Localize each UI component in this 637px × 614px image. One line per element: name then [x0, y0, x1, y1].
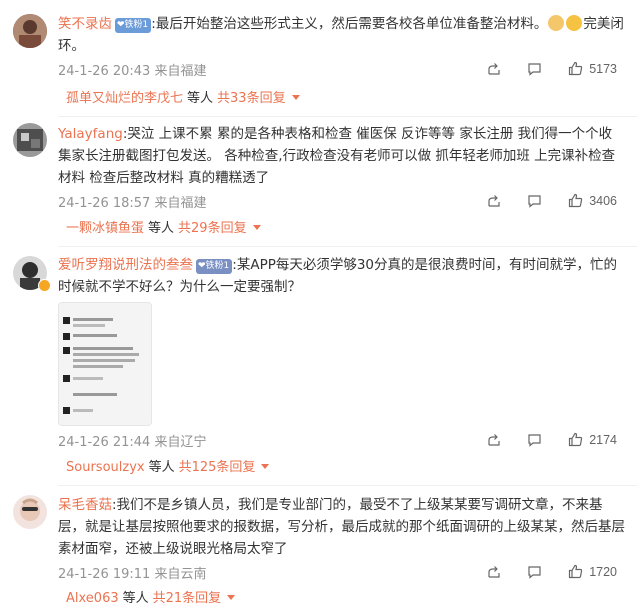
comment-button[interactable] — [527, 62, 542, 76]
like-button[interactable]: 2174 — [568, 432, 617, 447]
comment-meta: 24-1-26 19:11 来自云南 — [58, 567, 207, 582]
share-icon — [488, 433, 500, 446]
username[interactable]: 笑不录齿 — [58, 16, 112, 32]
username[interactable]: 呆毛香菇 — [58, 497, 112, 513]
comment-button[interactable] — [527, 194, 542, 208]
comment-text: 呆毛香菇:我们不是乡镇人员，我们是专业部门的，最受不了上级某某要写调研文章，不来… — [58, 497, 625, 557]
replies-toggle[interactable]: Soursoulzyx 等人 共125条回复 — [58, 453, 625, 483]
comment-meta: 24-1-26 21:44 来自辽宁 — [58, 435, 207, 450]
avatar[interactable] — [13, 14, 47, 48]
share-button[interactable] — [487, 62, 501, 76]
chevron-down-icon — [261, 464, 270, 469]
crying-face-icon — [566, 15, 583, 31]
thumb-up-icon — [569, 564, 583, 579]
comment-meta: 24-1-26 20:43 来自福建 — [58, 64, 207, 79]
thumb-up-icon — [569, 432, 583, 447]
comment-button[interactable] — [527, 433, 542, 447]
avatar[interactable] — [13, 123, 47, 157]
username[interactable]: Yalayfang — [58, 126, 123, 142]
replies-toggle[interactable]: 孤单又灿烂的李戊七 等人 共33条回复 — [58, 84, 625, 114]
attached-image[interactable] — [58, 302, 152, 426]
divider — [58, 116, 637, 117]
username[interactable]: 爱听罗翔说刑法的叁叁 — [58, 257, 193, 273]
share-button[interactable] — [487, 565, 501, 579]
thumb-up-icon — [569, 193, 583, 208]
comment-icon — [528, 565, 541, 579]
comment-text: 笑不录齿 ❤铁粉1:最后开始整治这些形式主义，然后需要各校各单位准备整治材料。 完美… — [58, 15, 624, 54]
like-count: 5173 — [589, 61, 617, 76]
comment-icon — [528, 194, 541, 208]
divider — [58, 246, 637, 247]
comment-meta: 24-1-26 18:57 来自福建 — [58, 196, 207, 211]
share-button[interactable] — [487, 433, 501, 447]
divider — [58, 485, 637, 486]
comment-icon — [528, 62, 541, 76]
comment-icon — [528, 433, 541, 447]
comment-button[interactable] — [527, 565, 542, 579]
share-button[interactable] — [487, 194, 501, 208]
like-count: 3406 — [589, 193, 617, 208]
cat-emoji-icon — [548, 15, 565, 31]
comment-actions: 2174 — [461, 432, 617, 447]
replies-toggle[interactable]: Alxe063 等人 共21条回复 — [58, 584, 625, 614]
chevron-down-icon — [252, 225, 261, 230]
share-icon — [488, 565, 500, 578]
chevron-down-icon — [227, 595, 236, 600]
comment-text: Yalayfang:哭泣 上课不累 累的是各种表格和检查 催医保 反诈等等 家长… — [58, 126, 616, 186]
like-count: 1720 — [589, 564, 617, 579]
chevron-down-icon — [291, 95, 300, 100]
replies-toggle[interactable]: 一颗冰镇鱼蛋 等人 共29条回复 — [58, 214, 625, 244]
thumb-up-icon — [569, 61, 583, 76]
verified-badge-icon — [38, 279, 51, 292]
share-icon — [488, 62, 500, 75]
comment-actions: 1720 — [461, 564, 617, 579]
comment-actions: 3406 — [461, 193, 617, 208]
comment-text: 爱听罗翔说刑法的叁叁 ❤铁粉1:某APP每天必须学够30分真的是很浪费时间，有时间… — [58, 257, 618, 295]
like-button[interactable]: 3406 — [568, 193, 617, 208]
fan-badge: ❤铁粉1 — [196, 259, 233, 274]
like-button[interactable]: 5173 — [568, 61, 617, 76]
share-icon — [488, 194, 500, 207]
like-button[interactable]: 1720 — [568, 564, 617, 579]
avatar[interactable] — [13, 495, 47, 529]
like-count: 2174 — [589, 432, 617, 447]
comment-actions: 5173 — [461, 61, 617, 76]
fan-badge: ❤铁粉1 — [115, 18, 152, 33]
